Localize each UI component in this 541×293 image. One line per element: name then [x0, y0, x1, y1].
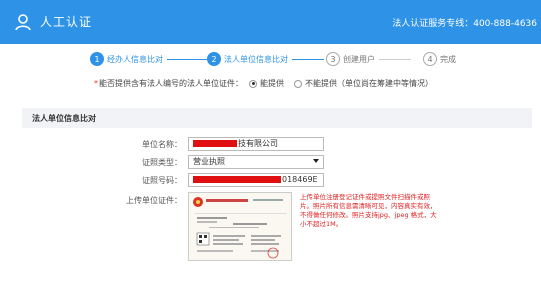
- upload-instructions: 上传单位注册登记证件或提照文件扫描件或照片。照片所有信息需清晰可见，内容真实有效…: [300, 193, 437, 228]
- radio-label[interactable]: 不能提供（单位尚在筹建中等情况）: [305, 78, 433, 89]
- step-4: 4 完成: [423, 49, 456, 69]
- step-connector: [379, 58, 411, 60]
- section-title: 法人单位信息比对: [32, 114, 96, 123]
- step-2: 2 法人单位信息比对: [207, 49, 324, 69]
- step-label: 经办人信息比对: [107, 54, 163, 64]
- cert-no-row: 证照号码： 018469E: [0, 173, 541, 189]
- step-connector: [292, 58, 324, 60]
- radio-dot-icon[interactable]: [294, 79, 302, 88]
- page-title: 人工认证: [40, 15, 93, 29]
- step-connector: [167, 58, 207, 60]
- certificate-question: * 能否提供含有法人编号的法人单位证件： 能提供 不能提供（单位尚在筹建中等情况…: [94, 78, 433, 89]
- step-3: 3 创建用户: [326, 49, 411, 69]
- step-number: 3: [326, 52, 340, 66]
- cert-no-label: 证照号码：: [142, 176, 182, 185]
- step-number: 2: [207, 52, 221, 66]
- cert-no-value: 018469E: [282, 175, 318, 184]
- chevron-down-icon[interactable]: [313, 159, 319, 163]
- step-label: 创建用户: [343, 54, 375, 64]
- upload-label: 上传单位证件：: [126, 196, 182, 205]
- step-label: 完成: [440, 54, 456, 64]
- question-text: 能否提供含有法人编号的法人单位证件：: [99, 79, 243, 88]
- cert-type-value: 营业执照: [193, 157, 225, 166]
- required-mark: *: [94, 79, 98, 88]
- radio-cannot-provide[interactable]: 不能提供（单位尚在筹建中等情况）: [294, 78, 433, 89]
- step-number: 1: [90, 52, 104, 66]
- step-number: 4: [423, 52, 437, 66]
- cert-no-field[interactable]: 018469E: [188, 173, 324, 187]
- cert-type-label: 证照类型：: [142, 158, 182, 167]
- section-header: 法人单位信息比对: [22, 108, 532, 128]
- user-icon: [15, 14, 31, 31]
- unit-name-field[interactable]: 技有限公司: [188, 137, 324, 151]
- progress-steps: 1 经办人信息比对 2 法人单位信息比对 3 创建用户 4 完成: [90, 49, 470, 69]
- step-1: 1 经办人信息比对: [90, 49, 207, 69]
- step-label: 法人单位信息比对: [224, 54, 288, 64]
- radio-dot-icon[interactable]: [249, 79, 257, 88]
- unit-name-value: 技有限公司: [238, 139, 278, 148]
- cert-type-select[interactable]: 营业执照: [188, 155, 324, 169]
- unit-name-label: 单位名称：: [142, 140, 182, 149]
- radio-label[interactable]: 能提供: [260, 78, 284, 89]
- redaction-mark: [193, 176, 281, 183]
- radio-can-provide[interactable]: 能提供: [249, 78, 284, 89]
- unit-name-row: 单位名称： 技有限公司: [0, 137, 541, 153]
- top-header: 人工认证 法人认证服务专线：400-888-4636: [0, 0, 541, 44]
- cert-type-row: 证照类型： 营业执照: [0, 155, 541, 171]
- service-hotline: 法人认证服务专线：400-888-4636: [392, 19, 537, 29]
- redaction-mark: [193, 140, 237, 147]
- license-image-icon: [189, 193, 291, 260]
- uploaded-license-thumbnail[interactable]: [188, 192, 292, 261]
